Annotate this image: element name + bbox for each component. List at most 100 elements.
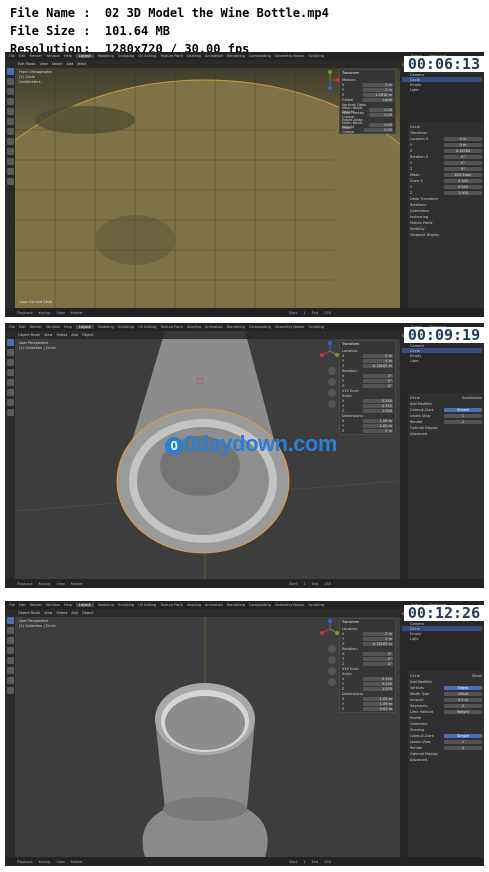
view-menu[interactable]: View [56,311,64,315]
property-field[interactable]: 2 [444,746,482,750]
panel-row-field[interactable]: 1.09 m [363,701,393,706]
tab-rendering[interactable]: Rendering [227,603,245,607]
view-menu[interactable]: View [56,860,64,864]
measure-tool-icon[interactable] [6,687,14,694]
menu-file[interactable]: File [9,325,15,329]
marker-menu[interactable]: Marker [71,860,83,864]
panel-row-field[interactable]: 0.545 [363,681,393,686]
tab-rendering[interactable]: Rendering [227,325,245,329]
cursor-tool-icon[interactable] [6,627,14,634]
tab-texture-paint[interactable]: Texture Paint [160,325,183,329]
property-field[interactable]: 2 [444,704,482,708]
marker-menu[interactable]: Marker [71,311,83,315]
panel-row-field[interactable]: -0.18163 m [363,641,393,646]
select-tool-icon[interactable] [6,617,14,624]
tab-texture-paint[interactable]: Texture Paint [160,54,183,58]
property-field[interactable]: Simple [444,734,482,738]
panel-row-field[interactable]: 0 m [363,82,393,87]
panel-row-field[interactable]: 4.61 m [363,706,393,711]
view-menu[interactable]: View [56,582,64,586]
select-tool-icon[interactable] [6,68,14,75]
panel-row-field[interactable]: 0.18163 m [363,363,393,368]
move-tool-icon[interactable] [6,637,14,644]
annotate-tool-icon[interactable] [6,399,14,406]
properties-editor[interactable]: Circle Subdivision Add Modifier Catmull-Cla… [400,393,484,579]
panel-row-field[interactable]: 1.09 m [363,696,393,701]
property-field[interactable]: 1 [444,740,482,744]
outliner-item[interactable]: Light [402,358,482,363]
property-field[interactable]: 0 m [444,137,482,141]
panel-row-field[interactable]: 0 m [363,87,393,92]
measure-tool-icon[interactable] [6,409,14,416]
tool-shelf[interactable] [5,609,15,857]
outliner-item[interactable]: Light [402,636,482,641]
panel-row-field[interactable]: 0° [363,373,393,378]
timeline[interactable]: Playback Keying View Marker Start 1 End 250 [5,857,484,866]
panel-row-field[interactable]: 0 m [363,428,393,433]
inset-tool-icon[interactable] [6,158,14,165]
menu-file[interactable]: File [9,54,15,58]
menu-edit[interactable]: Edit [19,54,26,58]
menu-render[interactable]: Render [30,603,42,607]
property-field[interactable]: 2 [444,420,482,424]
end-frame[interactable]: 250 [324,582,331,586]
tab-geometry-nodes[interactable]: Geometry Nodes [275,325,305,329]
panel-row-field[interactable]: 1.09 m [363,423,393,428]
navigation-gizmo[interactable] [320,619,340,639]
tab-uv-editing[interactable]: UV Editing [138,325,156,329]
panel-row-field[interactable]: 0 m [363,631,393,636]
tool-shelf[interactable] [5,60,15,308]
perspective-toggle-icon[interactable] [328,678,336,686]
tab-modeling[interactable]: Modeling [98,54,114,58]
panel-row-field[interactable]: 0.00 [368,107,393,112]
tab-sculpting[interactable]: Sculpting [118,54,134,58]
menu-file[interactable]: File [9,603,15,607]
tab-uv-editing[interactable]: UV Editing [138,54,156,58]
panel-row-field[interactable]: 0.00 [363,127,393,132]
perspective-toggle-icon[interactable] [328,400,336,408]
panel-row-field[interactable]: 1.09 m [363,418,393,423]
bevel-tool-icon[interactable] [6,168,14,175]
viewport[interactable]: Object Mode View Select Add Object User Pers… [15,609,400,857]
measure-tool-icon[interactable] [6,138,14,145]
panel-row-field[interactable]: 0.00 [369,112,393,117]
tab-animation[interactable]: Animation [205,603,223,607]
property-field[interactable]: 0° [444,167,482,171]
tab-texture-paint[interactable]: Texture Paint [160,603,183,607]
panel-row-field[interactable]: 0.00 [368,122,393,127]
tab-scripting[interactable]: Scripting [308,325,324,329]
rotate-tool-icon[interactable] [6,647,14,654]
menu-edit[interactable]: Edit [19,603,26,607]
transform-tool-icon[interactable] [6,118,14,125]
extrude-tool-icon[interactable] [6,148,14,155]
menu-help[interactable]: Help [64,54,72,58]
viewport[interactable]: Edit Mode View Select Add Mesh Front Orthogr… [15,60,400,308]
panel-row-field[interactable]: 1.000 [363,408,393,413]
menu-window[interactable]: Window [46,54,60,58]
timeline[interactable]: Playback Keying View Marker Start 1 End 250 [5,579,484,588]
property-field[interactable]: XYZ Euler [444,173,482,177]
properties-editor[interactable]: Circle Transform Location X 0 m Y 0 m Z 0.14765… [400,122,484,308]
mode-selector[interactable]: Edit Mode [18,62,35,66]
panel-row-field[interactable]: Local [363,97,393,102]
property-field[interactable]: 0.14765 [444,149,482,153]
timeline[interactable]: Playback Keying View Marker Start 1 End 250 [5,308,484,317]
property-field[interactable]: 0 m [444,143,482,147]
tool-shelf[interactable] [5,331,15,579]
tab-layout[interactable]: Layout [75,603,94,607]
keying-menu[interactable]: Keying [39,860,51,864]
viewport-header[interactable]: Object Mode View Select Add Object [15,609,400,617]
properties-tabs[interactable] [400,393,408,579]
keying-menu[interactable]: Keying [39,582,51,586]
transform-tool-icon[interactable] [6,667,14,674]
menu-edit[interactable]: Edit [19,325,26,329]
tab-shading[interactable]: Shading [187,54,201,58]
keying-menu[interactable]: Keying [39,311,51,315]
tab-scripting[interactable]: Scripting [308,54,324,58]
end-frame[interactable]: 250 [324,311,331,315]
panel-row-field[interactable]: 0 m [363,353,393,358]
tab-uv-editing[interactable]: UV Editing [138,603,156,607]
menu-render[interactable]: Render [30,325,42,329]
tab-sculpting[interactable]: Sculpting [118,603,134,607]
start-frame[interactable]: 1 [303,311,305,315]
